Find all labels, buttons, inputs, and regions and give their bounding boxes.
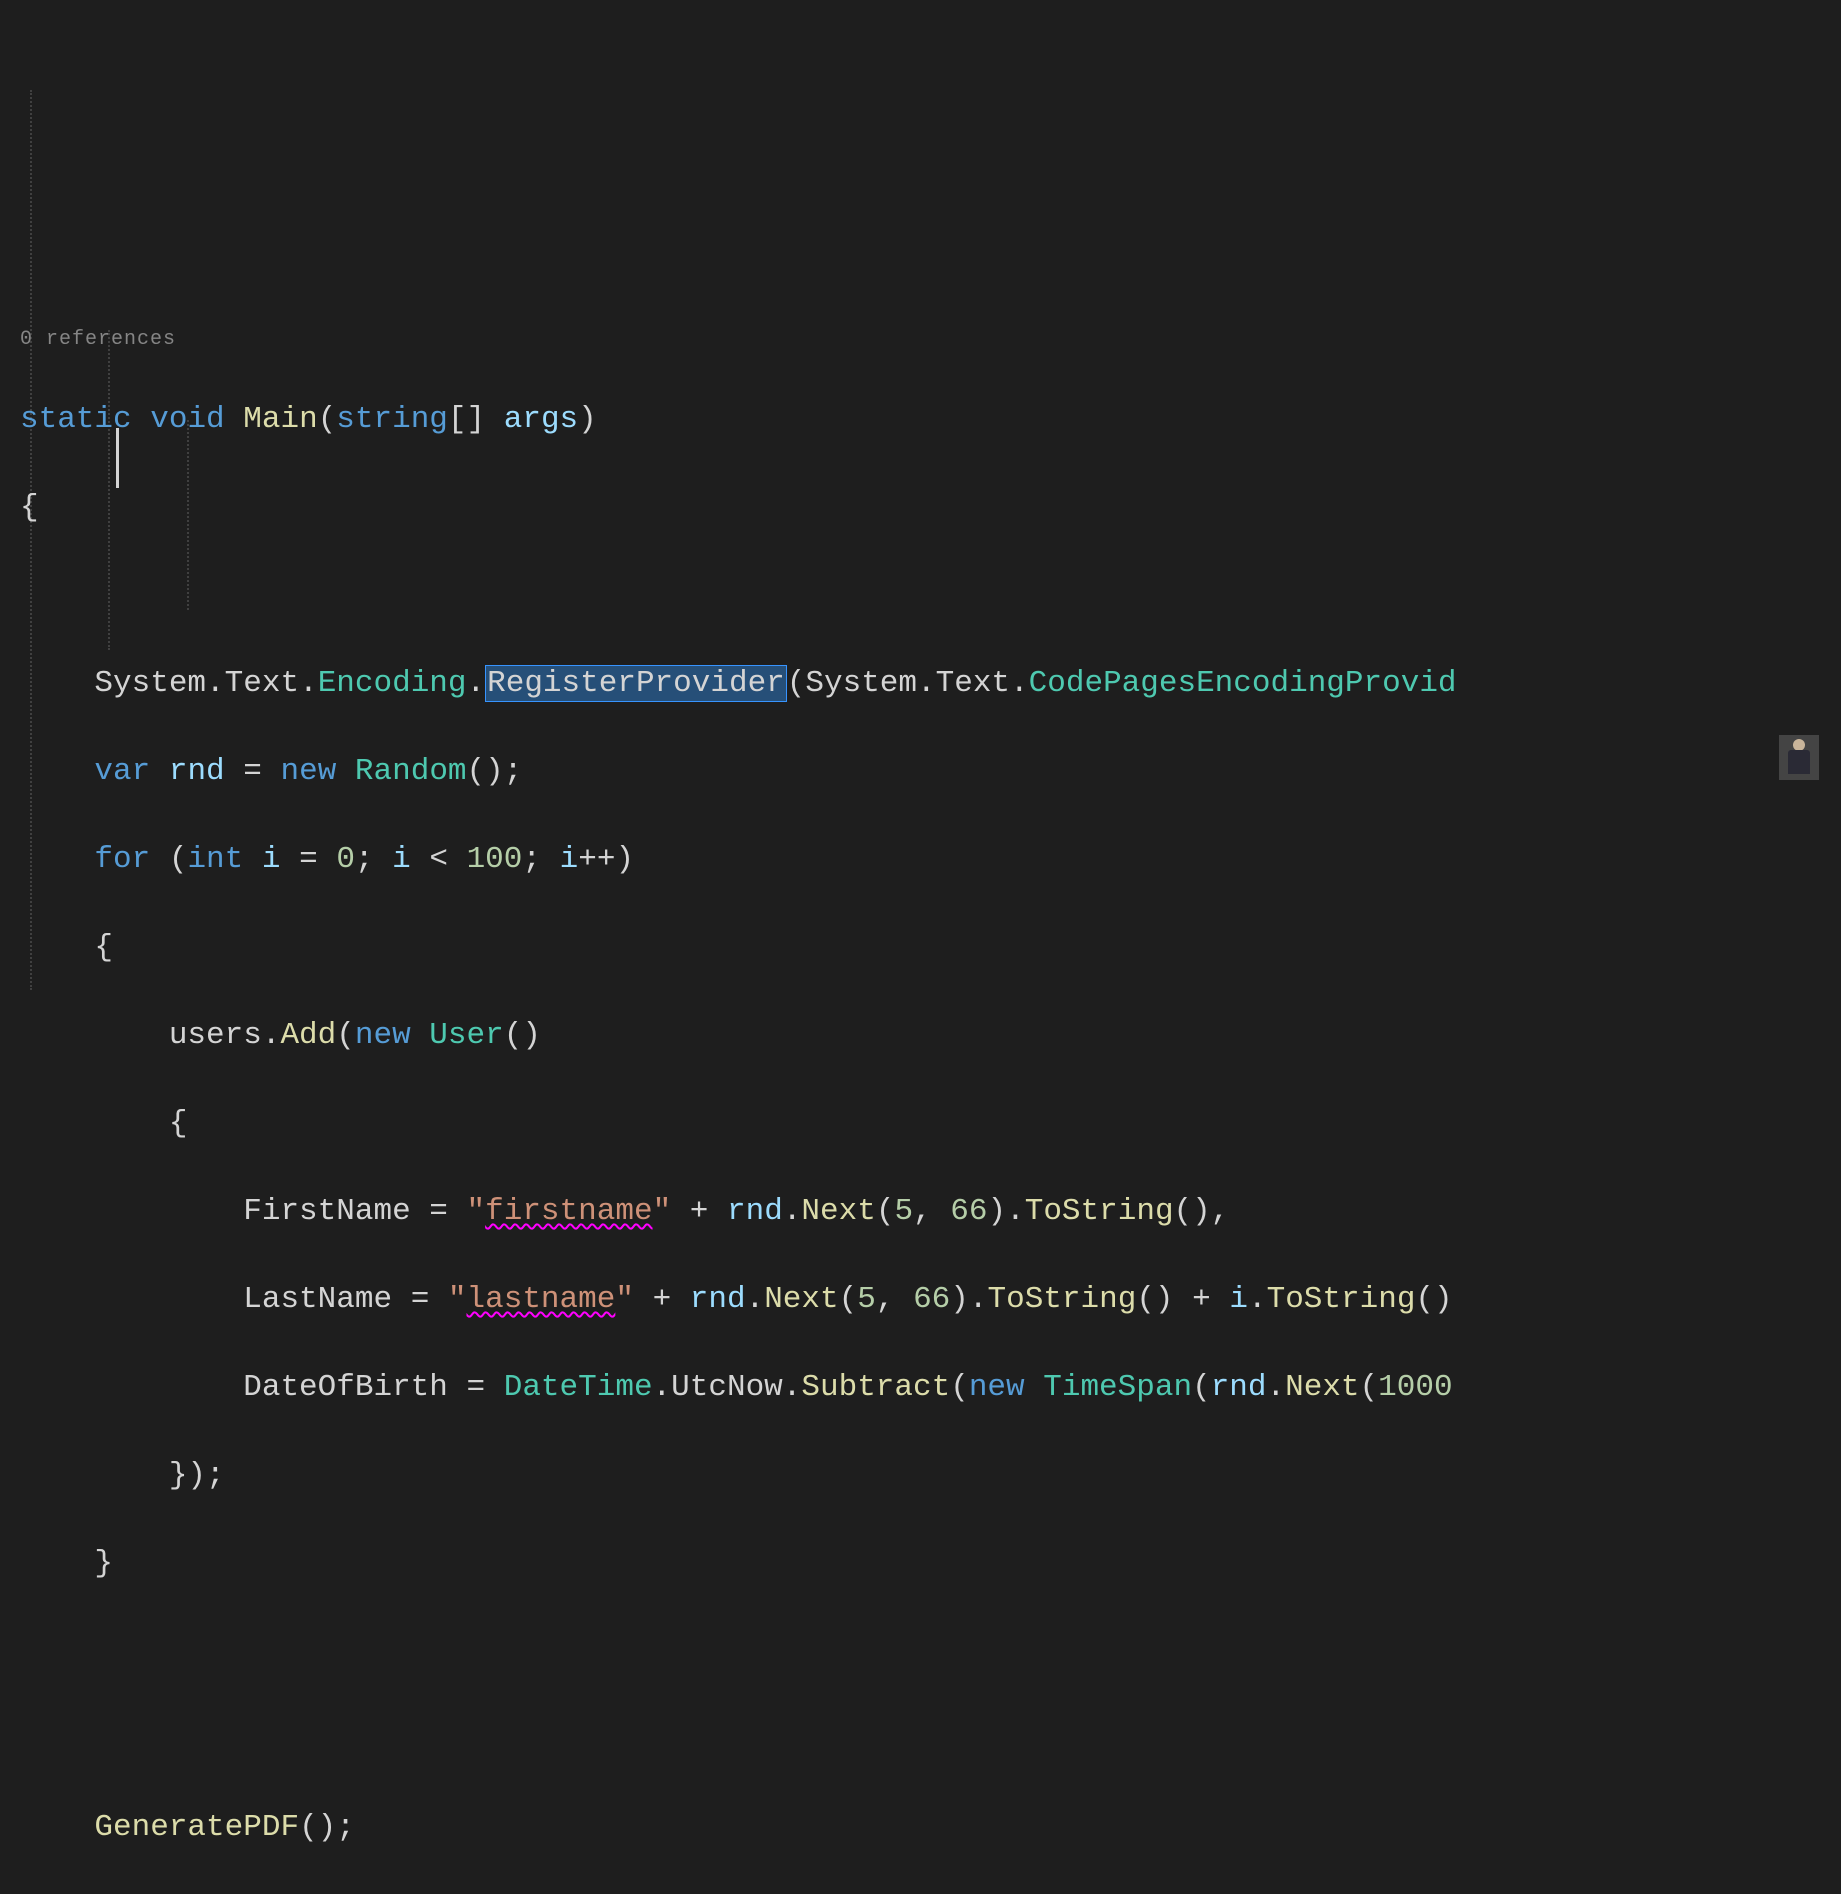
code-line[interactable]: [20, 1718, 1841, 1762]
webcam-pip: [1779, 735, 1819, 780]
code-line[interactable]: {: [20, 1102, 1841, 1146]
code-line[interactable]: {: [20, 486, 1841, 530]
code-line[interactable]: for (int i = 0; i < 100; i++): [20, 838, 1841, 882]
code-line[interactable]: static void Main(string[] args): [20, 398, 1841, 442]
spell-warning: firstname: [485, 1194, 652, 1229]
code-line[interactable]: var rnd = new Random();: [20, 750, 1841, 794]
code-line[interactable]: users.Add(new User(): [20, 1014, 1841, 1058]
code-line[interactable]: DateOfBirth = DateTime.UtcNow.Subtract(n…: [20, 1366, 1841, 1410]
code-line[interactable]: LastName = "lastname" + rnd.Next(5, 66).…: [20, 1278, 1841, 1322]
code-line[interactable]: [20, 1630, 1841, 1674]
spell-warning: lastname: [467, 1282, 616, 1317]
code-line[interactable]: [20, 574, 1841, 618]
code-line[interactable]: }: [20, 1542, 1841, 1586]
code-line[interactable]: {: [20, 926, 1841, 970]
text-caret: [116, 428, 119, 488]
code-line[interactable]: FirstName = "firstname" + rnd.Next(5, 66…: [20, 1190, 1841, 1234]
code-line[interactable]: System.Text.Encoding.RegisterProvider(Sy…: [20, 662, 1841, 706]
code-line[interactable]: GeneratePDF();: [20, 1806, 1841, 1850]
code-line[interactable]: });: [20, 1454, 1841, 1498]
code-editor[interactable]: 0 references static void Main(string[] a…: [0, 0, 1841, 1894]
selected-symbol[interactable]: RegisterProvider: [485, 665, 787, 702]
codelens-references[interactable]: 0 references: [20, 326, 1841, 354]
